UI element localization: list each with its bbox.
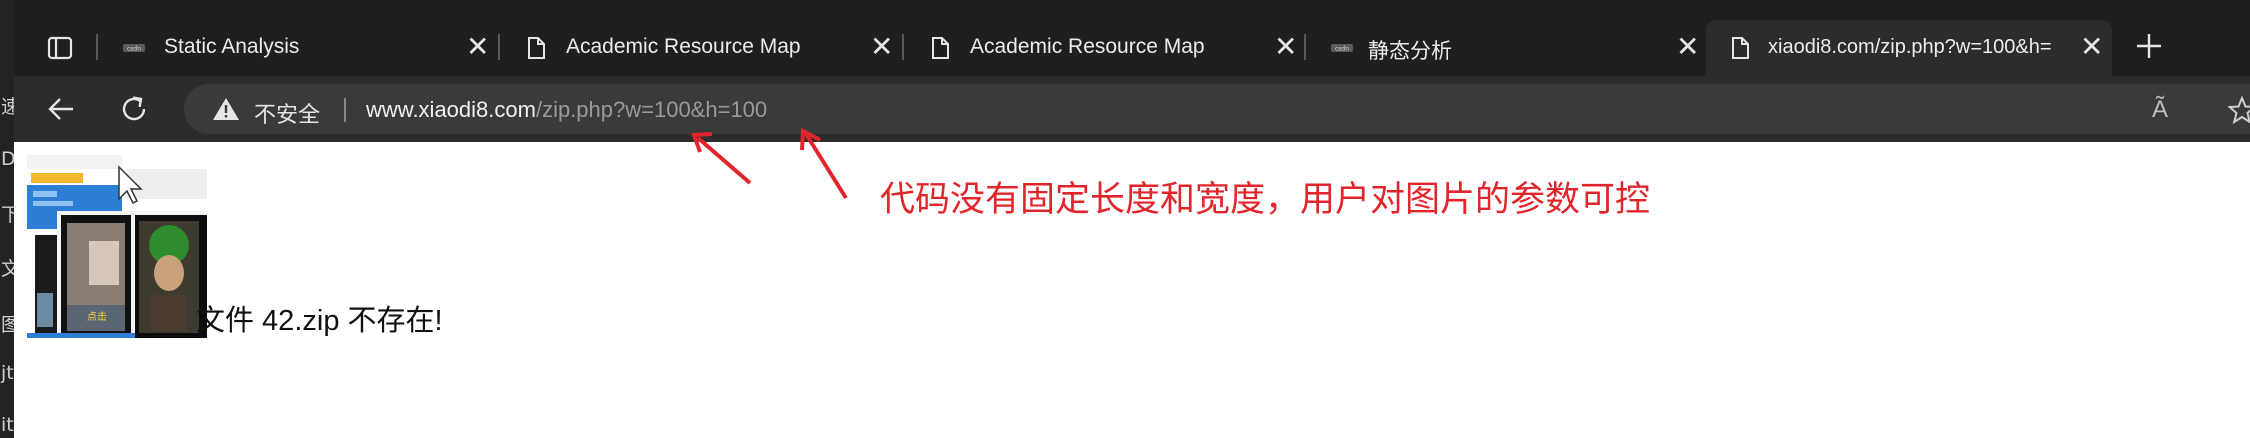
screenshot-root: 速 De 下 文 图 jt it csdn Static Analysis ✕ — [0, 0, 2250, 438]
annotation-arrow — [691, 132, 752, 185]
annotation-arrows — [691, 127, 848, 200]
annotation-arrow — [800, 127, 848, 200]
